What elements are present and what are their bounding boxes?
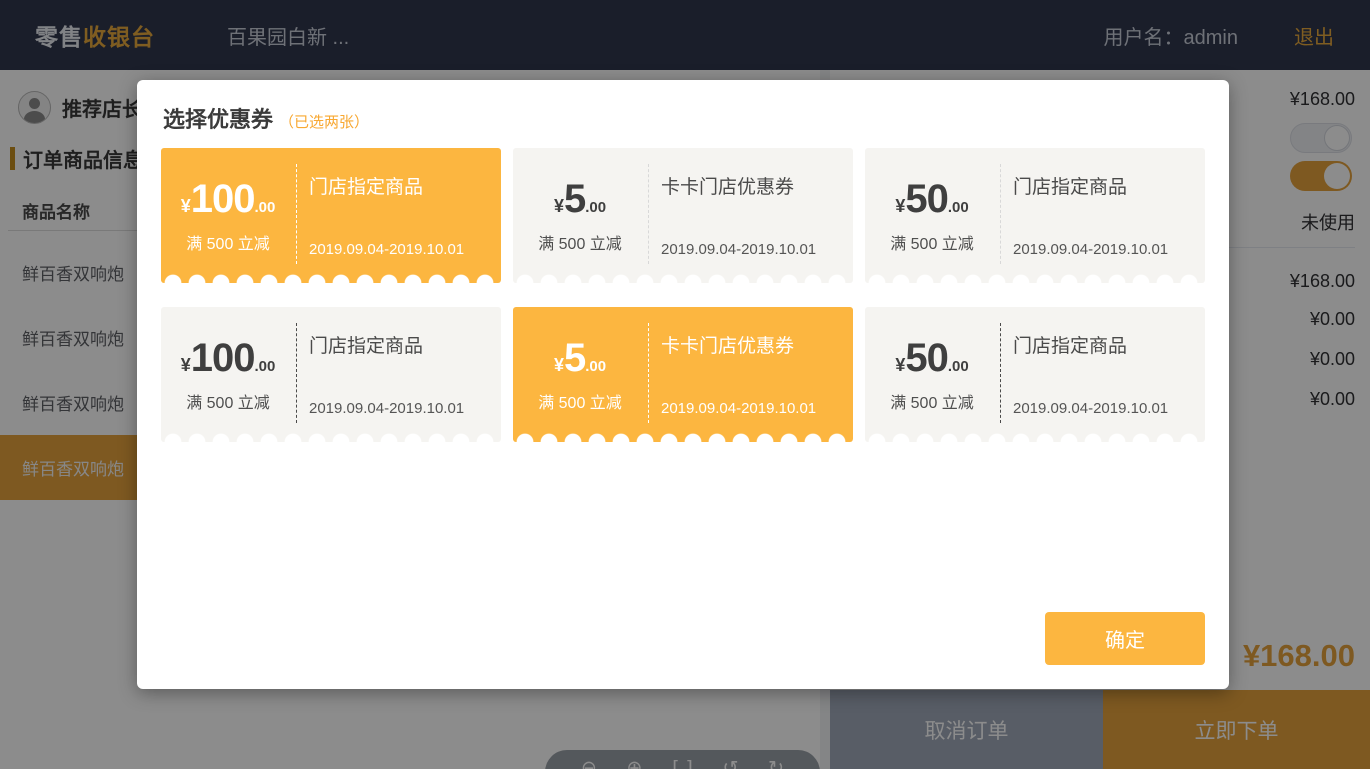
coupon-amount: 100 (191, 336, 255, 380)
coupon-condition: 满 500 立减 (538, 389, 622, 413)
coupon-divider (1000, 164, 1001, 264)
coupon-validity: 2019.09.04-2019.10.01 (1013, 241, 1168, 258)
coupon-card[interactable]: ¥50.00 满 500 立减 门店指定商品 2019.09.04-2019.1… (865, 148, 1205, 283)
coupon-amount-block: ¥50.00 满 500 立减 (865, 307, 999, 442)
currency-symbol: ¥ (181, 196, 191, 216)
coupon-card[interactable]: ¥100.00 满 500 立减 门店指定商品 2019.09.04-2019.… (161, 307, 501, 442)
coupon-validity: 2019.09.04-2019.10.01 (309, 241, 464, 258)
coupon-amount: 5 (564, 177, 585, 221)
currency-symbol: ¥ (895, 196, 905, 216)
coupon-divider (1000, 323, 1001, 423)
coupon-name: 卡卡门店优惠券 (661, 172, 794, 199)
currency-symbol: ¥ (554, 196, 564, 216)
coupon-scallop-edge (865, 433, 1205, 442)
dialog-title-text: 选择优惠券 (163, 107, 273, 132)
coupon-name: 卡卡门店优惠券 (661, 331, 794, 358)
pos-app: 零售收银台 百果园白新 ... 用户名：admin 退出 推荐店长 订单商品信息… (0, 0, 1370, 769)
coupon-amount-block: ¥100.00 满 500 立减 (161, 307, 295, 442)
coupon-divider (648, 164, 649, 264)
coupon-name: 门店指定商品 (1013, 172, 1127, 199)
coupon-name: 门店指定商品 (1013, 331, 1127, 358)
dialog-title: 选择优惠券 （已选两张） (163, 102, 369, 134)
coupon-amount: 100 (191, 177, 255, 221)
coupon-cents: .00 (585, 199, 606, 216)
currency-symbol: ¥ (181, 355, 191, 375)
coupon-cents: .00 (948, 358, 969, 375)
coupon-info-block: 门店指定商品 2019.09.04-2019.10.01 (309, 148, 491, 283)
coupon-card-selected[interactable]: ¥5.00 满 500 立减 卡卡门店优惠券 2019.09.04-2019.1… (513, 307, 853, 442)
coupon-info-block: 门店指定商品 2019.09.04-2019.10.01 (1013, 307, 1195, 442)
currency-symbol: ¥ (554, 355, 564, 375)
coupon-amount: 5 (564, 336, 585, 380)
currency-symbol: ¥ (895, 355, 905, 375)
selected-count-badge: （已选两张） (279, 114, 369, 131)
coupon-scallop-edge (865, 274, 1205, 283)
coupon-condition: 满 500 立减 (186, 230, 270, 254)
coupon-divider (296, 323, 297, 423)
coupon-scallop-edge (161, 274, 501, 283)
coupon-scallop-edge (161, 433, 501, 442)
coupon-cents: .00 (585, 358, 606, 375)
coupon-validity: 2019.09.04-2019.10.01 (661, 400, 816, 417)
coupon-validity: 2019.09.04-2019.10.01 (661, 241, 816, 258)
coupon-scallop-edge (513, 274, 853, 283)
coupon-cents: .00 (254, 358, 275, 375)
coupon-validity: 2019.09.04-2019.10.01 (309, 400, 464, 417)
coupon-info-block: 门店指定商品 2019.09.04-2019.10.01 (309, 307, 491, 442)
coupon-cents: .00 (948, 199, 969, 216)
coupon-card[interactable]: ¥5.00 满 500 立减 卡卡门店优惠券 2019.09.04-2019.1… (513, 148, 853, 283)
coupon-name: 门店指定商品 (309, 331, 423, 358)
coupon-amount: 50 (905, 177, 948, 221)
coupon-condition: 满 500 立减 (538, 230, 622, 254)
coupon-condition: 满 500 立减 (890, 389, 974, 413)
coupon-amount-block: ¥100.00 满 500 立减 (161, 148, 295, 283)
coupon-name: 门店指定商品 (309, 172, 423, 199)
coupon-divider (648, 323, 649, 423)
coupon-info-block: 卡卡门店优惠券 2019.09.04-2019.10.01 (661, 148, 843, 283)
coupon-card[interactable]: ¥50.00 满 500 立减 门店指定商品 2019.09.04-2019.1… (865, 307, 1205, 442)
coupon-amount-block: ¥50.00 满 500 立减 (865, 148, 999, 283)
coupon-amount: 50 (905, 336, 948, 380)
coupon-dialog: 选择优惠券（已选两张） ¥100.00 满 500 立减 门店指定商品 2019… (137, 80, 1229, 689)
confirm-button[interactable]: 确定 (1045, 612, 1205, 665)
coupon-divider (296, 164, 297, 264)
coupon-cents: .00 (254, 199, 275, 216)
coupon-amount-block: ¥5.00 满 500 立减 (513, 148, 647, 283)
coupon-scallop-edge (513, 433, 853, 442)
coupon-condition: 满 500 立减 (186, 389, 270, 413)
coupon-condition: 满 500 立减 (890, 230, 974, 254)
coupon-validity: 2019.09.04-2019.10.01 (1013, 400, 1168, 417)
coupon-amount-block: ¥5.00 满 500 立减 (513, 307, 647, 442)
coupon-info-block: 门店指定商品 2019.09.04-2019.10.01 (1013, 148, 1195, 283)
coupon-card-selected[interactable]: ¥100.00 满 500 立减 门店指定商品 2019.09.04-2019.… (161, 148, 501, 283)
coupon-info-block: 卡卡门店优惠券 2019.09.04-2019.10.01 (661, 307, 843, 442)
